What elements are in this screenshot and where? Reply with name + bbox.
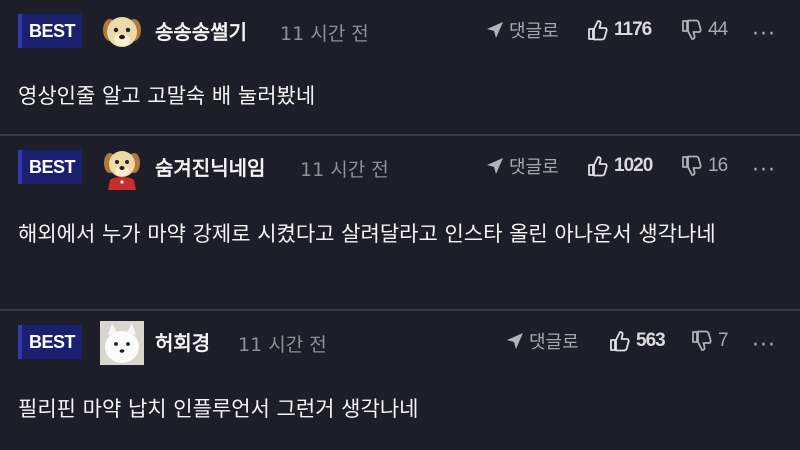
comment-item: BEST 허회경 11 시간 전 댓글로 563 7 ··· 필리핀 마약 납치… xyxy=(0,311,800,450)
comment-list: BEST 송송송썰기 11 시간 전 댓글로 1176 44 ··· 영상인줄 … xyxy=(0,0,800,450)
comment-header: BEST 허회경 11 시간 전 댓글로 563 7 ··· xyxy=(0,311,800,365)
upvote-count: 563 xyxy=(636,330,666,351)
more-options-icon[interactable]: ··· xyxy=(752,158,776,183)
more-options-icon[interactable]: ··· xyxy=(752,333,776,358)
downvote-button[interactable]: 16 xyxy=(680,150,728,182)
author-name[interactable]: 송송송썰기 xyxy=(155,16,247,45)
comment-text: 필리핀 마약 납치 인플루언서 그런거 생각나네 xyxy=(18,397,419,421)
more-options-icon[interactable]: ··· xyxy=(752,22,776,47)
best-badge: BEST xyxy=(18,150,82,184)
best-badge: BEST xyxy=(18,14,82,48)
author-name[interactable]: 숨겨진닉네임 xyxy=(155,152,265,181)
comment-time: 11 시간 전 xyxy=(280,23,369,45)
comment-text: 해외에서 누가 마약 강제로 시켰다고 살려달라고 인스타 올린 아나운서 생각… xyxy=(18,222,716,246)
comment-header: BEST 송송송썰기 11 시간 전 댓글로 1176 44 ··· xyxy=(0,0,800,48)
best-badge: BEST xyxy=(18,325,82,359)
comment-time: 11 시간 전 xyxy=(238,334,327,356)
thumbs-up-icon xyxy=(588,20,608,41)
reply-label: 댓글로 xyxy=(509,157,559,178)
thumbs-up-icon xyxy=(610,331,630,352)
send-icon xyxy=(487,158,503,174)
white-dog-avatar-icon[interactable] xyxy=(100,321,144,365)
puppy-avatar-icon[interactable] xyxy=(100,10,144,54)
reply-label: 댓글로 xyxy=(509,21,559,42)
downvote-button[interactable]: 7 xyxy=(690,325,729,357)
upvote-count: 1176 xyxy=(614,19,652,40)
upvote-button[interactable]: 1020 xyxy=(586,150,653,182)
send-icon xyxy=(487,22,503,38)
comment-item: BEST 송송송썰기 11 시간 전 댓글로 1176 44 ··· 영상인줄 … xyxy=(0,0,800,135)
send-icon xyxy=(507,333,523,349)
thumbs-down-icon xyxy=(682,155,702,176)
comment-time: 11 시간 전 xyxy=(300,159,389,181)
author-name[interactable]: 허회경 xyxy=(155,327,210,356)
upvote-button[interactable]: 563 xyxy=(608,325,666,357)
reply-button[interactable]: 댓글로 xyxy=(505,327,579,355)
thumbs-down-icon xyxy=(692,330,712,351)
puppy-red-shirt-avatar-icon[interactable] xyxy=(100,146,144,190)
thumbs-up-icon xyxy=(588,156,608,177)
comment-text: 영상인줄 알고 고말숙 배 눌러봤네 xyxy=(18,84,316,108)
upvote-button[interactable]: 1176 xyxy=(586,14,652,46)
thumbs-down-icon xyxy=(682,19,702,40)
downvote-count: 7 xyxy=(718,330,729,351)
comment-item: BEST 숨겨진닉네임 11 시간 전 댓글로 1020 16 ··· 해외에서… xyxy=(0,136,800,308)
comment-header: BEST 숨겨진닉네임 11 시간 전 댓글로 1020 16 ··· xyxy=(0,136,800,190)
downvote-count: 16 xyxy=(708,155,728,176)
upvote-count: 1020 xyxy=(614,155,653,176)
downvote-button[interactable]: 44 xyxy=(680,14,728,46)
downvote-count: 44 xyxy=(708,19,728,40)
reply-button[interactable]: 댓글로 xyxy=(485,152,559,180)
reply-label: 댓글로 xyxy=(529,332,579,353)
reply-button[interactable]: 댓글로 xyxy=(485,16,559,44)
